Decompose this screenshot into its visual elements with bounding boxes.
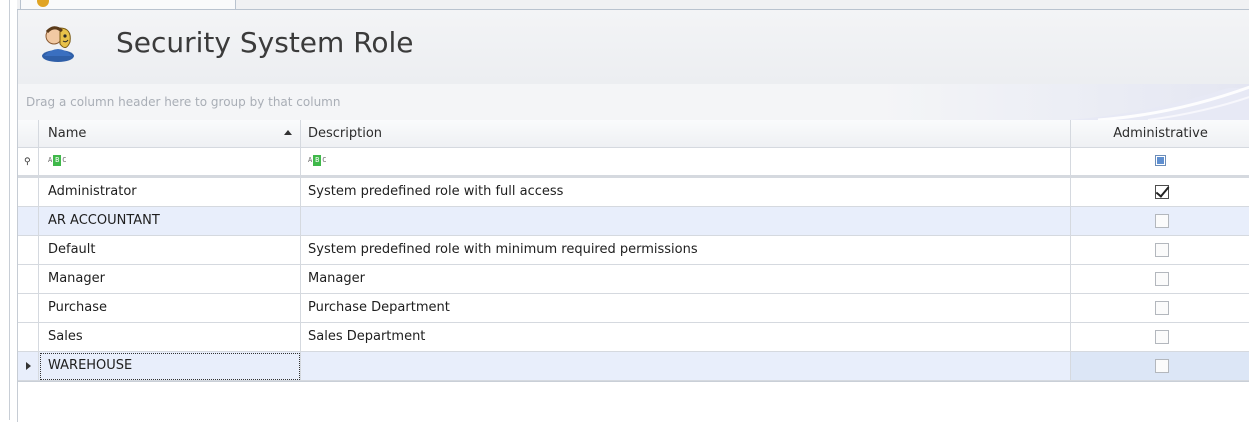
administrative-checkbox[interactable] <box>1155 330 1169 344</box>
left-dock-edge <box>0 0 17 422</box>
auto-filter-row: ⚲ ABC ABC <box>18 148 1249 178</box>
cell-description[interactable] <box>301 352 1071 381</box>
cell-description[interactable] <box>301 207 1071 236</box>
row-indicator-cell[interactable] <box>18 323 39 352</box>
cell-name[interactable]: Default <box>39 236 301 265</box>
administrative-checkbox[interactable] <box>1155 301 1169 315</box>
column-header-name[interactable]: Name <box>39 120 301 148</box>
security-role-icon <box>42 26 74 62</box>
table-row[interactable]: Purchase Purchase Department <box>18 294 1249 323</box>
cell-administrative[interactable] <box>1071 178 1249 207</box>
cell-administrative[interactable] <box>1071 265 1249 294</box>
cell-name[interactable]: WAREHOUSE <box>39 352 301 381</box>
column-header-name-label: Name <box>48 126 87 141</box>
administrative-checkbox[interactable] <box>1155 185 1169 199</box>
filter-row-indicator: ⚲ <box>18 148 39 175</box>
document-tab[interactable] <box>20 0 236 9</box>
row-indicator-cell[interactable] <box>18 207 39 236</box>
filter-description-input[interactable]: ABC <box>301 148 1071 175</box>
indeterminate-checkbox-icon <box>1155 155 1166 166</box>
column-header-description-label: Description <box>308 126 383 141</box>
table-row[interactable]: Manager Manager <box>18 265 1249 294</box>
roles-grid: Name Description Administrative ⚲ ABC AB… <box>18 120 1249 412</box>
administrative-checkbox[interactable] <box>1155 359 1169 373</box>
table-row[interactable]: WAREHOUSE <box>18 352 1249 381</box>
cell-name[interactable]: AR ACCOUNTANT <box>39 207 301 236</box>
cell-description[interactable]: Sales Department <box>301 323 1071 352</box>
title-bar: Security System Role <box>18 10 1249 84</box>
table-row[interactable]: Administrator System predefined role with… <box>18 178 1249 207</box>
row-indicator-cell[interactable] <box>18 236 39 265</box>
column-header-administrative-label: Administrative <box>1113 126 1208 141</box>
abc-filter-icon: ABC <box>308 155 327 166</box>
sort-ascending-icon <box>284 130 292 135</box>
security-role-tab-icon <box>37 0 49 7</box>
administrative-checkbox[interactable] <box>1155 272 1169 286</box>
row-indicator-cell[interactable] <box>18 178 39 207</box>
cell-administrative[interactable] <box>1071 207 1249 236</box>
document-tab-strip <box>0 0 1249 10</box>
grid-bottom-border <box>18 381 1249 382</box>
column-header-row: Name Description Administrative <box>18 120 1249 148</box>
cell-name[interactable]: Sales <box>39 323 301 352</box>
row-indicator-cell[interactable] <box>18 352 39 381</box>
column-header-administrative[interactable]: Administrative <box>1071 120 1249 148</box>
cell-description[interactable]: Purchase Department <box>301 294 1071 323</box>
cell-description[interactable]: System predefined role with full access <box>301 178 1071 207</box>
group-by-hint: Drag a column header here to group by th… <box>26 95 341 109</box>
cell-administrative[interactable] <box>1071 236 1249 265</box>
pin-icon: ⚲ <box>24 157 31 167</box>
row-indicator-cell[interactable] <box>18 294 39 323</box>
group-by-panel[interactable]: Drag a column header here to group by th… <box>18 84 1249 120</box>
filter-name-input[interactable]: ABC <box>39 148 301 175</box>
row-indicator-icon <box>26 362 31 370</box>
cell-name[interactable]: Manager <box>39 265 301 294</box>
filter-administrative-checkbox[interactable] <box>1071 148 1249 175</box>
security-role-list-view: Security System Role Drag a column heade… <box>17 10 1249 422</box>
table-row[interactable]: AR ACCOUNTANT <box>18 207 1249 236</box>
administrative-checkbox[interactable] <box>1155 243 1169 257</box>
cell-name[interactable]: Purchase <box>39 294 301 323</box>
column-header-description[interactable]: Description <box>301 120 1071 148</box>
cell-name[interactable]: Administrator <box>39 178 301 207</box>
table-row[interactable]: Default System predefined role with minim… <box>18 236 1249 265</box>
cell-administrative[interactable] <box>1071 294 1249 323</box>
row-indicator-cell[interactable] <box>18 265 39 294</box>
abc-filter-icon: ABC <box>48 155 67 166</box>
table-row[interactable]: Sales Sales Department <box>18 323 1249 352</box>
administrative-checkbox[interactable] <box>1155 214 1169 228</box>
page-title: Security System Role <box>116 26 414 59</box>
cell-description[interactable]: System predefined role with minimum requ… <box>301 236 1071 265</box>
cell-description[interactable]: Manager <box>301 265 1071 294</box>
cell-administrative[interactable] <box>1071 323 1249 352</box>
panel-decoration <box>1068 85 1249 120</box>
header-indicator-cell <box>18 120 39 148</box>
cell-administrative[interactable] <box>1071 352 1249 381</box>
